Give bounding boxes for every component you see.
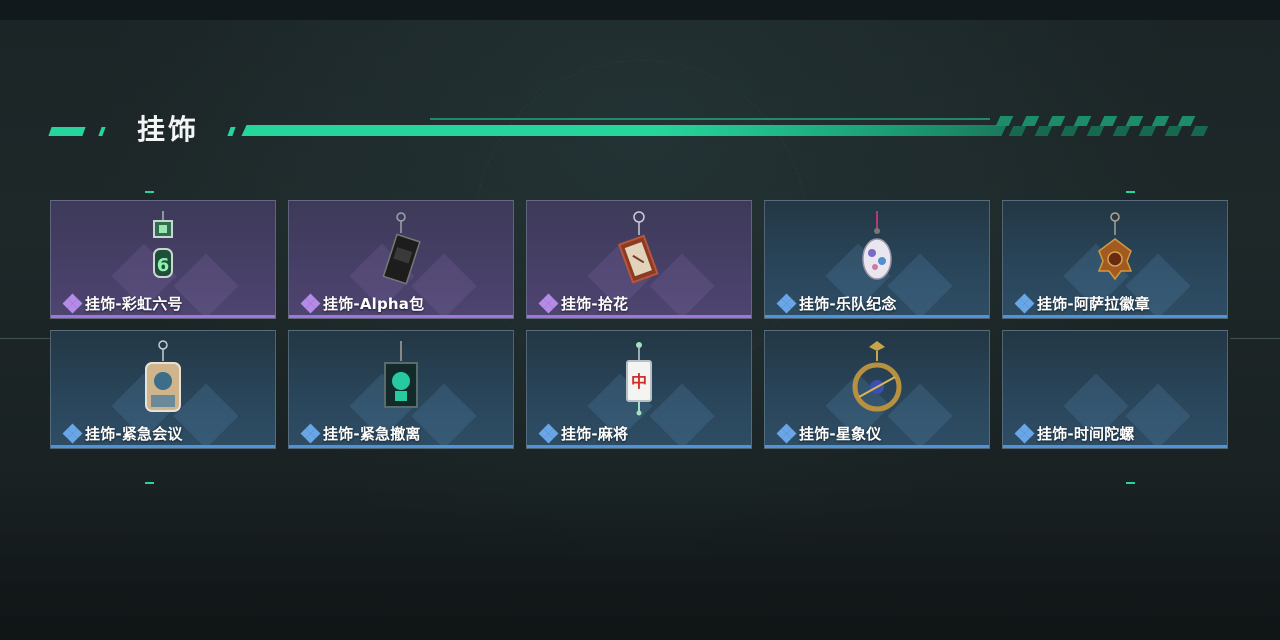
header-thin-line: [430, 118, 990, 120]
charm-name: 挂饰-彩虹六号: [85, 294, 183, 313]
astrolabe-charm-icon: [852, 341, 902, 412]
charm-label: 挂饰-阿萨拉徽章: [1014, 293, 1150, 314]
charm-name: 挂饰-Alpha包: [323, 294, 425, 313]
charm-name: 挂饰-星象仪: [799, 424, 882, 443]
charm-label: 挂饰-Alpha包: [300, 293, 425, 314]
checker-block: [1008, 126, 1027, 136]
charm-name: 挂饰-紧急撤离: [323, 424, 421, 443]
charm-name: 挂饰-乐队纪念: [799, 294, 897, 313]
header-dash-1: [48, 127, 86, 136]
charm-card[interactable]: 挂饰-Alpha包: [288, 200, 514, 319]
charm-label: 挂饰-乐队纪念: [776, 293, 897, 314]
rarity-diamond-icon: [300, 293, 321, 314]
rarity-diamond-icon: [776, 293, 797, 314]
charm-label: 挂饰-彩虹六号: [62, 293, 183, 314]
charm-card[interactable]: 挂饰-乐队纪念: [764, 200, 990, 319]
picked-flower-charm-icon: [617, 211, 659, 284]
rarity-bar: [1003, 315, 1227, 318]
mahjong-charm-icon: 中: [626, 342, 652, 416]
rarity-bar: [289, 445, 513, 448]
checker-block: [1034, 126, 1053, 136]
charm-label: 挂饰-拾花: [538, 293, 629, 314]
charm-name: 挂饰-紧急会议: [85, 424, 183, 443]
header-progress-bar: [241, 125, 1007, 136]
band-souvenir-charm-icon: [862, 211, 892, 280]
checker-block: [1151, 116, 1170, 126]
emergency-evac-charm-icon: [384, 341, 418, 408]
rarity-diamond-icon: [62, 423, 83, 444]
emergency-meeting-charm-icon: [145, 340, 181, 412]
corner-tick: [1126, 191, 1135, 193]
rarity-bar: [51, 445, 275, 448]
rarity-diamond-icon: [1014, 423, 1035, 444]
checker-block: [1021, 116, 1040, 126]
checker-block: [1125, 116, 1144, 126]
checker-block: [1099, 116, 1118, 126]
checker-block: [1047, 116, 1066, 126]
checker-block: [1177, 116, 1196, 126]
asara-badge-charm-icon: [1097, 212, 1133, 281]
corner-tick: [1126, 482, 1135, 484]
rarity-diamond-icon: [776, 423, 797, 444]
rarity-bar: [527, 445, 751, 448]
checker-block: [1073, 116, 1092, 126]
header-dash-3: [227, 127, 236, 136]
mahjong-tile-char: 中: [631, 372, 647, 391]
rarity-diamond-icon: [538, 423, 559, 444]
rarity-bar: [765, 445, 989, 448]
charm-name: 挂饰-麻将: [561, 424, 629, 443]
rarity-diamond-icon: [300, 423, 321, 444]
side-line-right: [1230, 338, 1280, 339]
charm-label: 挂饰-星象仪: [776, 423, 882, 444]
charm-name: 挂饰-拾花: [561, 294, 629, 313]
charm-label: 挂饰-麻将: [538, 423, 629, 444]
svg-text:6: 6: [157, 255, 170, 276]
header-dash-2: [98, 127, 106, 136]
rarity-bar: [51, 315, 275, 318]
checker-block: [1138, 126, 1157, 136]
rainbow-six-charm-icon: 6: [153, 211, 173, 278]
rarity-diamond-icon: [538, 293, 559, 314]
checker-block: [995, 116, 1014, 126]
corner-tick: [145, 191, 154, 193]
background-shade: [0, 480, 1280, 640]
rarity-bar: [289, 315, 513, 318]
charm-card[interactable]: 挂饰-拾花: [526, 200, 752, 319]
charm-name: 挂饰-阿萨拉徽章: [1037, 294, 1150, 313]
charm-card[interactable]: 挂饰-时间陀螺: [1002, 330, 1228, 449]
charm-card[interactable]: 挂饰-阿萨拉徽章: [1002, 200, 1228, 319]
checker-block: [1112, 126, 1131, 136]
charm-label: 挂饰-紧急会议: [62, 423, 183, 444]
section-title: 挂饰: [137, 113, 200, 146]
charm-label: 挂饰-紧急撤离: [300, 423, 421, 444]
charm-card[interactable]: 6 挂饰-彩虹六号: [50, 200, 276, 319]
checker-block: [1164, 126, 1183, 136]
rarity-diamond-icon: [1014, 293, 1035, 314]
rarity-bar: [527, 315, 751, 318]
alpha-bag-charm-icon: [382, 212, 421, 285]
checker-block: [1086, 126, 1105, 136]
rarity-bar: [765, 315, 989, 318]
rarity-bar: [1003, 445, 1227, 448]
charm-card[interactable]: 中 挂饰-麻将: [526, 330, 752, 449]
charm-card[interactable]: 挂饰-星象仪: [764, 330, 990, 449]
charm-card[interactable]: 挂饰-紧急撤离: [288, 330, 514, 449]
charm-name: 挂饰-时间陀螺: [1037, 424, 1135, 443]
corner-tick: [145, 482, 154, 484]
charm-card[interactable]: 挂饰-紧急会议: [50, 330, 276, 449]
checker-block: [1190, 126, 1209, 136]
time-gyro-charm-icon: [1075, 339, 1155, 419]
rarity-diamond-icon: [62, 293, 83, 314]
top-band: [0, 0, 1280, 20]
side-line-left: [0, 338, 50, 339]
checker-block: [1060, 126, 1079, 136]
charm-label: 挂饰-时间陀螺: [1014, 423, 1135, 444]
